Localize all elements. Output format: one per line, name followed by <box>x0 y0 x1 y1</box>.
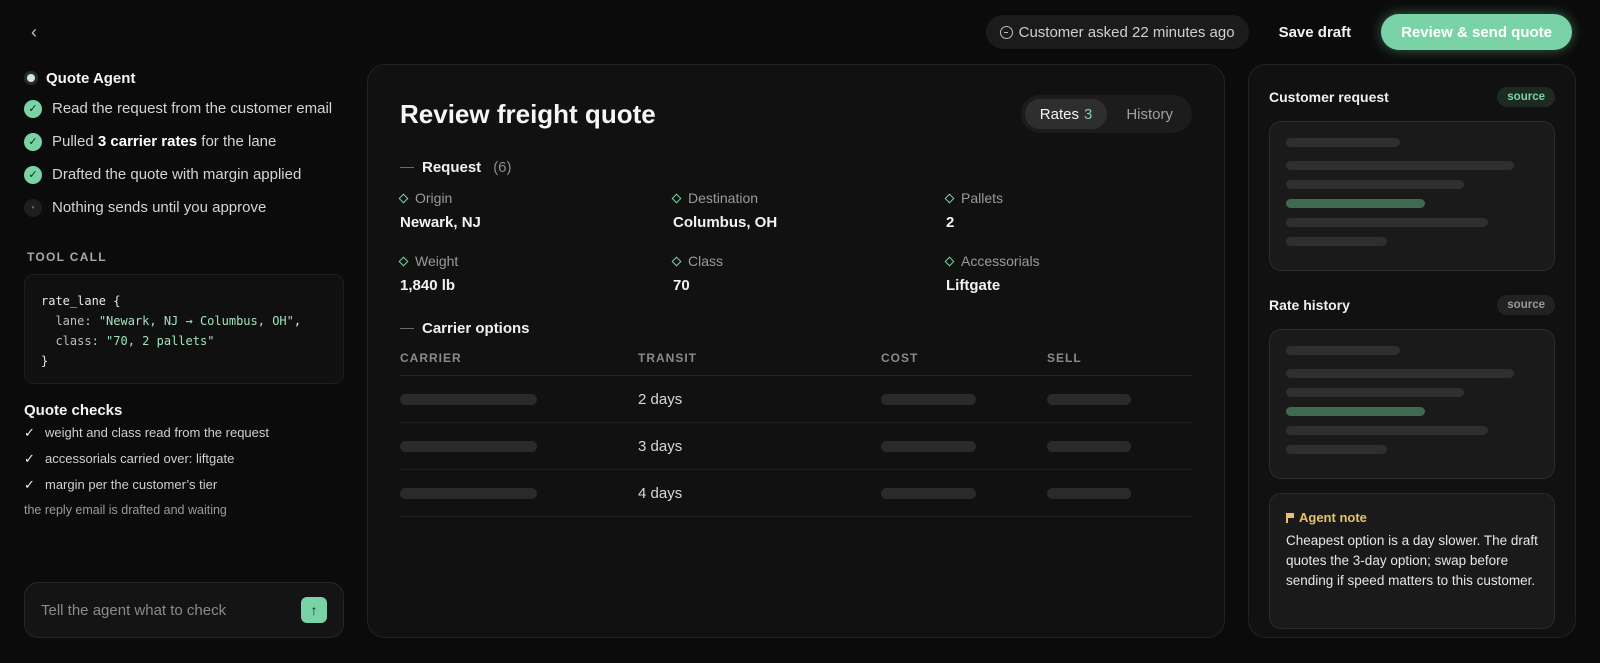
diamond-icon <box>944 256 955 266</box>
agent-step: • Nothing sends until you approve <box>24 191 344 224</box>
customer-asked-text: Customer asked 22 minutes ago <box>1018 23 1235 41</box>
agent-step: ✓ Pulled 3 carrier rates for the lane <box>24 125 344 158</box>
diamond-icon <box>671 256 682 266</box>
column-transit: TRANSIT <box>638 351 881 376</box>
carrier-table: CARRIER TRANSIT COST SELL 2 days 3 days <box>400 351 1192 517</box>
tab-history[interactable]: History <box>1111 99 1188 129</box>
page-title: Review freight quote <box>400 98 656 129</box>
dash-icon <box>400 327 414 330</box>
table-row[interactable]: 3 days <box>400 422 1192 470</box>
arrow-up-icon: ↑ <box>310 602 318 618</box>
agent-status-icon <box>24 71 38 85</box>
table-row[interactable]: 4 days <box>400 469 1192 517</box>
pending-dot-icon: • <box>24 198 42 217</box>
request-section-header: Request (6) <box>400 159 1192 176</box>
sources-panel: Customer request source Rate history sou… <box>1248 64 1576 638</box>
request-count: (6) <box>493 159 512 176</box>
step-text: Nothing sends until you approve <box>52 199 267 216</box>
customer-request-header: Customer request source <box>1269 85 1555 109</box>
customer-request-preview[interactable] <box>1269 121 1555 271</box>
agent-note-body: Cheapest option is a day slower. The dra… <box>1286 533 1538 588</box>
step-text: Pulled 3 carrier rates for the lane <box>52 133 277 150</box>
quote-check-item: ✓ weight and class read from the request <box>24 424 270 441</box>
tab-rates[interactable]: Rates 3 <box>1024 99 1108 129</box>
quote-checks-title: Quote checks <box>24 402 123 419</box>
carrier-skeleton <box>400 393 537 405</box>
diamond-icon <box>398 193 409 203</box>
rate-history-preview[interactable] <box>1269 329 1555 479</box>
agent-prompt-input[interactable] <box>41 601 301 619</box>
column-carrier: CARRIER <box>400 351 638 376</box>
source-badge[interactable]: source <box>1497 295 1555 315</box>
check-circle-icon: ✓ <box>24 165 42 184</box>
checkmark-icon: ✓ <box>24 450 35 466</box>
dash-icon <box>400 166 414 169</box>
checkmark-icon: ✓ <box>24 424 35 440</box>
field-weight: Weight 1,840 lb <box>398 253 459 294</box>
cost-skeleton <box>881 487 976 499</box>
back-button[interactable]: ‹ <box>22 20 46 44</box>
agent-panel: Quote Agent ✓ Read the request from the … <box>24 64 344 517</box>
send-prompt-button[interactable]: ↑ <box>301 597 327 623</box>
agent-header: Quote Agent <box>24 64 344 92</box>
agent-title: Quote Agent <box>46 69 136 87</box>
review-send-quote-button[interactable]: Review & send quote <box>1381 14 1572 50</box>
agent-step: ✓ Drafted the quote with margin applied <box>24 158 344 191</box>
tool-call-label: TOOL CALL <box>27 250 107 264</box>
quote-check-item: ✓ accessorials carried over: liftgate <box>24 450 235 467</box>
quote-review-card: Review freight quote Rates 3 History Requ… <box>367 64 1225 638</box>
transit-cell: 3 days <box>638 422 881 470</box>
transit-cell: 2 days <box>638 375 881 423</box>
diamond-icon <box>398 256 409 266</box>
field-pallets: Pallets 2 <box>944 190 1004 231</box>
step-text: Read the request from the customer email <box>52 100 333 117</box>
sell-skeleton <box>1047 440 1131 452</box>
field-class: Class 70 <box>671 253 724 294</box>
cost-skeleton <box>881 440 976 452</box>
top-bar: Customer asked 22 minutes ago Save draft… <box>985 14 1572 50</box>
field-accessorials: Accessorials Liftgate <box>944 253 1040 294</box>
reply-status-text: the reply email is drafted and waiting <box>24 503 227 517</box>
rates-count-badge: 3 <box>1083 105 1093 123</box>
rate-history-header: Rate history source <box>1269 293 1555 317</box>
carrier-skeleton <box>400 440 537 452</box>
sell-skeleton <box>1047 487 1131 499</box>
table-row[interactable]: 2 days <box>400 375 1192 423</box>
transit-cell: 4 days <box>638 469 881 517</box>
step-text: Drafted the quote with margin applied <box>52 166 302 183</box>
agent-step: ✓ Read the request from the customer ema… <box>24 92 344 125</box>
source-badge[interactable]: source <box>1497 87 1555 107</box>
customer-asked-pill: Customer asked 22 minutes ago <box>985 15 1249 49</box>
field-origin: Origin Newark, NJ <box>398 190 481 231</box>
diamond-icon <box>671 193 682 203</box>
chevron-left-icon: ‹ <box>31 21 37 42</box>
column-sell: SELL <box>1047 351 1192 376</box>
save-draft-button[interactable]: Save draft <box>1261 14 1370 50</box>
checkmark-icon: ✓ <box>24 476 35 492</box>
cost-skeleton <box>881 393 976 405</box>
clock-icon <box>999 25 1013 39</box>
carrier-section-header: Carrier options <box>400 320 1192 337</box>
quote-check-item: ✓ margin per the customer’s tier <box>24 476 218 493</box>
tool-call-code: rate_lane { lane: "Newark, NJ → Columbus… <box>24 274 344 384</box>
customer-request-title: Customer request <box>1269 89 1389 105</box>
request-fields: Origin Newark, NJ Destination Columbus, … <box>398 190 1192 294</box>
diamond-icon <box>944 193 955 203</box>
column-cost: COST <box>881 351 1047 376</box>
agent-note: Agent note Cheapest option is a day slow… <box>1269 493 1555 629</box>
carrier-skeleton <box>400 487 537 499</box>
check-circle-icon: ✓ <box>24 99 42 118</box>
check-circle-icon: ✓ <box>24 132 42 151</box>
view-tabs: Rates 3 History <box>1020 95 1192 133</box>
agent-note-header: Agent note <box>1286 510 1538 525</box>
flag-icon <box>1286 512 1294 523</box>
agent-prompt-box: ↑ <box>24 582 344 638</box>
rate-history-title: Rate history <box>1269 297 1350 313</box>
field-destination: Destination Columbus, OH <box>671 190 778 231</box>
sell-skeleton <box>1047 393 1131 405</box>
